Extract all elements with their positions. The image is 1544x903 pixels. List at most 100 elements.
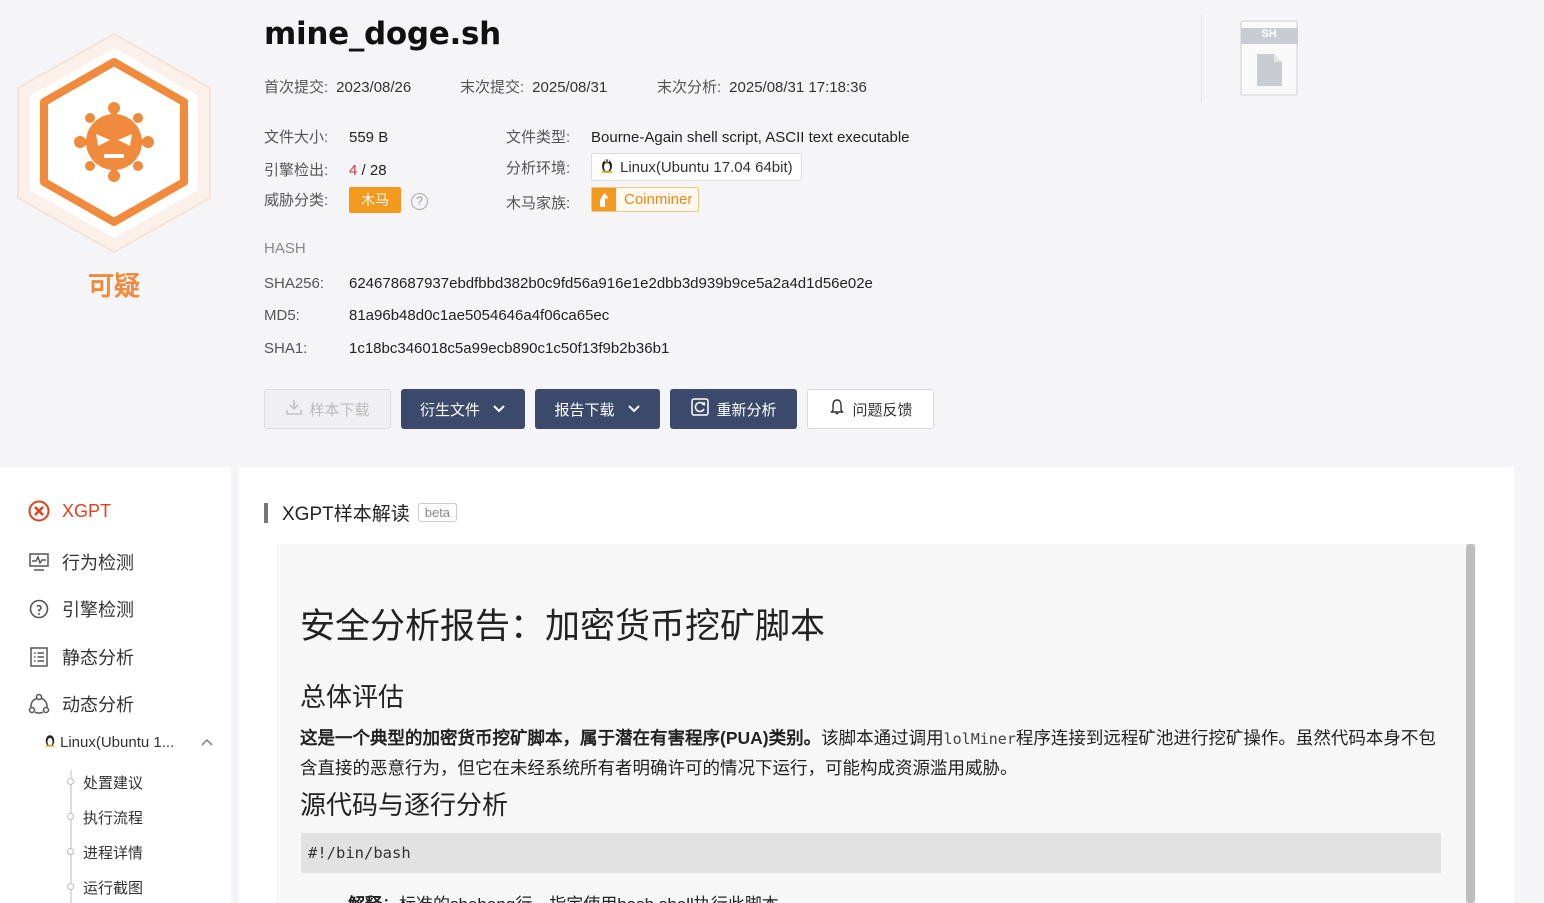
engine-detect-label: 引擎检出: <box>264 162 329 179</box>
verdict-label: 可疑 <box>87 272 140 302</box>
sidebar-item-engine[interactable]: 引擎检测 <box>28 596 134 622</box>
report-scrollbar[interactable] <box>1466 544 1475 903</box>
section-title-text: XGPT样本解读 <box>282 504 410 525</box>
sha1-row: SHA1: 1c18bc346018c5a99ecb890c1c50f13f9b2… <box>264 340 669 357</box>
report-list-text: ：标准的shebang行，指定使用bash shell执行此脚本。 <box>382 895 796 903</box>
sub-nav-dot <box>67 848 74 855</box>
code-block: #!/bin/bash <box>301 833 1441 873</box>
env-tag[interactable]: Linux(Ubuntu 17.04 64bit) <box>591 153 802 181</box>
report-inline-code: lolMiner <box>943 730 1016 748</box>
sidebar-item-dynamic[interactable]: 动态分析 <box>28 691 134 717</box>
linux-penguin-icon <box>600 157 614 177</box>
chevron-down-icon <box>492 401 506 418</box>
sha1-value[interactable]: 1c18bc346018c5a99ecb890c1c50f13f9b2b36b1 <box>349 340 669 357</box>
sidebar-item-label: 行为检测 <box>62 553 134 573</box>
last-analysis-label: 末次分析: <box>657 79 722 96</box>
threat-class: 威胁分类: 木马? <box>264 187 428 213</box>
report-list-bold: 解释 <box>348 895 382 903</box>
sidebar <box>0 467 231 903</box>
last-analysis: 末次分析: 2025/08/31 17:18:36 <box>657 76 867 97</box>
report-paragraph: 这是一个典型的加密货币挖矿脚本，属于潜在有害程序(PUA)类别。该脚本通过调用l… <box>300 724 1445 783</box>
sidebar-sub-item-screenshot[interactable]: 运行截图 <box>83 877 143 898</box>
md5-row: MD5: 81a96b48d0c1ae5054646a4f06ca65ec <box>264 307 609 324</box>
xgpt-icon <box>28 500 50 522</box>
sidebar-sub-item-advice[interactable]: 处置建议 <box>83 772 143 793</box>
beta-badge: beta <box>417 503 458 522</box>
sha256-row: SHA256: 624678687937ebdfbbd382b0c9fd56a91… <box>264 275 873 292</box>
file-type-value: Bourne-Again shell script, ASCII text ex… <box>591 129 910 146</box>
feedback-button[interactable]: 问题反馈 <box>807 389 934 429</box>
env-tag-label: Linux(Ubuntu 17.04 64bit) <box>620 158 793 176</box>
threat-class-label: 威胁分类: <box>264 192 329 209</box>
engine-detect: 引擎检出: 4 / 28 <box>264 159 387 180</box>
sub-nav-dot <box>67 883 74 890</box>
section-title: XGPT样本解读 beta <box>264 499 458 526</box>
section-bar <box>264 502 268 523</box>
file-size-label: 文件大小: <box>264 129 329 146</box>
sidebar-item-behavior[interactable]: 行为检测 <box>28 549 134 575</box>
reanalyze-button[interactable]: 重新分析 <box>670 389 797 429</box>
report-download-label: 报告下载 <box>554 401 615 419</box>
hexagon-badge-icon <box>17 32 211 254</box>
help-icon[interactable]: ? <box>411 192 428 210</box>
engine-sep: / <box>357 162 370 179</box>
download-sample-button[interactable]: 样本下载 <box>264 389 391 429</box>
derived-files-label: 衍生文件 <box>419 401 480 419</box>
download-icon <box>285 398 303 420</box>
last-analysis-value: 2025/08/31 17:18:36 <box>729 79 867 96</box>
sidebar-env-item[interactable]: Linux(Ubuntu 1... <box>44 733 214 751</box>
report-heading: 安全分析报告：加密货币挖矿脚本 <box>300 607 826 647</box>
feedback-label: 问题反馈 <box>852 401 913 419</box>
scrollbar-thumb[interactable] <box>1466 544 1475 903</box>
report-download-button[interactable]: 报告下载 <box>535 389 660 429</box>
reanalyze-label: 重新分析 <box>716 401 777 419</box>
monitor-icon <box>28 551 50 573</box>
header-divider <box>1201 14 1202 102</box>
share-icon <box>28 693 50 715</box>
first-submit-label: 首次提交: <box>264 79 329 96</box>
sidebar-item-xgpt[interactable]: XGPT <box>28 500 111 522</box>
engine-icon <box>28 598 50 620</box>
sub-nav-dot <box>67 778 74 785</box>
first-submit: 首次提交: 2023/08/26 <box>264 76 411 97</box>
report-subheading-source: 源代码与逐行分析 <box>300 791 509 821</box>
report-paragraph-pre: 该脚本通过调用 <box>821 728 944 748</box>
family-tag-label: Coinminer <box>624 191 693 208</box>
file-size-value: 559 B <box>349 129 389 146</box>
report-paragraph-bold: 这是一个典型的加密货币挖矿脚本，属于潜在有害程序(PUA)类别。 <box>300 728 822 748</box>
sha256-value[interactable]: 624678687937ebdfbbd382b0c9fd56a916e1e2db… <box>349 275 873 292</box>
sha256-label: SHA256: <box>264 275 325 292</box>
file-type: 文件类型: Bourne-Again shell script, ASCII te… <box>506 126 910 147</box>
chevron-up-icon[interactable] <box>200 734 214 751</box>
md5-label: MD5: <box>264 307 300 324</box>
derived-files-button[interactable]: 衍生文件 <box>401 389 525 429</box>
md5-value[interactable]: 81a96b48d0c1ae5054646a4f06ca65ec <box>349 307 609 324</box>
report-subheading-overall: 总体评估 <box>300 683 405 713</box>
sidebar-env-label: Linux(Ubuntu 1... <box>60 733 175 751</box>
verdict-badge <box>14 30 214 260</box>
trojan-family-label: 木马家族: <box>506 194 571 212</box>
sidebar-item-static[interactable]: 静态分析 <box>28 644 134 670</box>
linux-penguin-icon <box>44 733 56 751</box>
family-tag[interactable]: Coinminer <box>591 187 700 212</box>
sidebar-item-label: 动态分析 <box>62 695 134 715</box>
file-size: 文件大小: 559 B <box>264 126 388 147</box>
horse-icon <box>592 188 616 211</box>
engine-total: 28 <box>369 162 387 179</box>
download-sample-label: 样本下载 <box>309 401 370 419</box>
last-submit-value: 2025/08/31 <box>532 79 608 96</box>
sidebar-sub-item-flow[interactable]: 执行流程 <box>83 807 143 828</box>
sidebar-item-label: XGPT <box>62 500 112 521</box>
hash-title: HASH <box>264 240 306 257</box>
last-submit: 末次提交: 2025/08/31 <box>460 76 607 97</box>
threat-tag: 木马 <box>349 187 401 213</box>
report-list-item: 解释：标准的shebang行，指定使用bash shell执行此脚本。 <box>330 890 796 903</box>
analysis-env-label: 分析环境: <box>506 160 571 177</box>
first-submit-value: 2023/08/26 <box>336 79 412 96</box>
sidebar-sub-item-process[interactable]: 进程详情 <box>83 842 143 863</box>
last-submit-label: 末次提交: <box>460 79 525 96</box>
analysis-env: 分析环境: Linux(Ubuntu 17.04 64bit) <box>506 153 802 181</box>
sha1-label: SHA1: <box>264 340 308 357</box>
sh-file-icon: SH <box>1240 20 1299 96</box>
file-type-label: 文件类型: <box>506 129 571 146</box>
